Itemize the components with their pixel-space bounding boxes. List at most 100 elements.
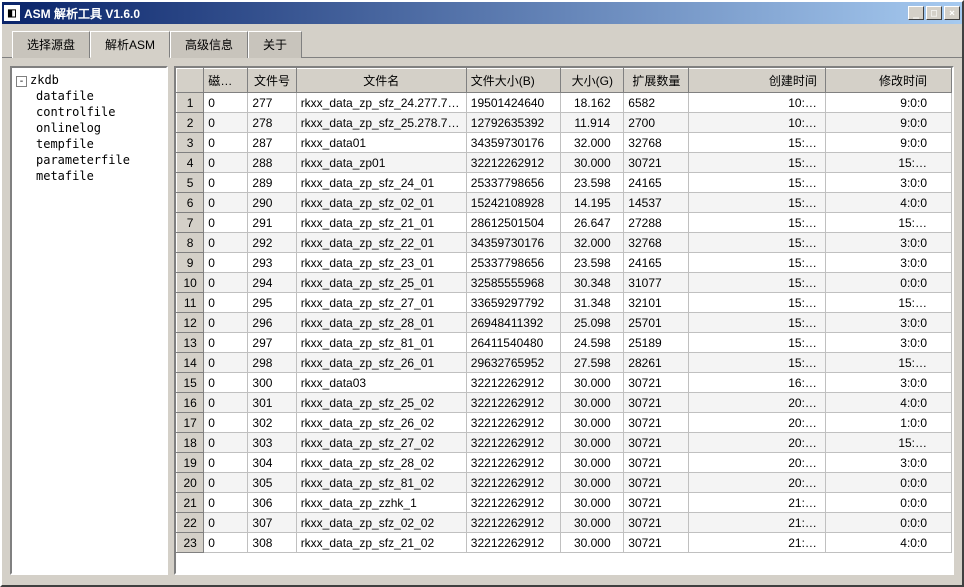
table-row[interactable]: 170302rkxx_data_zp_sfz_26_02322122629123… <box>177 413 952 433</box>
cell-ct[interactable]: 16:… <box>689 373 826 393</box>
tab-select-disk[interactable]: 选择源盘 <box>12 31 90 58</box>
column-header[interactable]: 创建时间 <box>689 69 826 93</box>
cell-mt[interactable]: 0:0:0 <box>825 493 951 513</box>
cell-mt[interactable]: 4:0:0 <box>825 193 951 213</box>
tree-root-label[interactable]: zkdb <box>30 73 59 87</box>
cell-ext[interactable]: 30721 <box>624 453 689 473</box>
tree-panel[interactable]: -zkdb datafilecontrolfileonlinelogtempfi… <box>10 66 168 575</box>
table-row[interactable]: 230308rkxx_data_zp_sfz_21_02322122629123… <box>177 533 952 553</box>
table-row[interactable]: 220307rkxx_data_zp_sfz_02_02322122629123… <box>177 513 952 533</box>
cell-mt[interactable]: 3:0:0 <box>825 253 951 273</box>
row-number[interactable]: 19 <box>177 453 204 473</box>
cell-mt[interactable]: 4:0:0 <box>825 393 951 413</box>
cell-ct[interactable]: 10:… <box>689 113 826 133</box>
cell-ext[interactable]: 30721 <box>624 433 689 453</box>
cell-dg[interactable]: 0 <box>204 473 248 493</box>
cell-dg[interactable]: 0 <box>204 233 248 253</box>
cell-g[interactable]: 23.598 <box>561 253 624 273</box>
row-number[interactable]: 17 <box>177 413 204 433</box>
cell-dg[interactable]: 0 <box>204 293 248 313</box>
cell-b[interactable]: 28612501504 <box>466 213 561 233</box>
row-number[interactable]: 7 <box>177 213 204 233</box>
cell-b[interactable]: 32212262912 <box>466 373 561 393</box>
cell-ct[interactable]: 15:… <box>689 273 826 293</box>
cell-b[interactable]: 32212262912 <box>466 153 561 173</box>
tab-about[interactable]: 关于 <box>248 31 302 58</box>
cell-fn[interactable]: 292 <box>248 233 296 253</box>
cell-ext[interactable]: 24165 <box>624 173 689 193</box>
cell-fn[interactable]: 296 <box>248 313 296 333</box>
cell-b[interactable]: 34359730176 <box>466 233 561 253</box>
cell-dg[interactable]: 0 <box>204 133 248 153</box>
cell-b[interactable]: 32212262912 <box>466 393 561 413</box>
cell-g[interactable]: 31.348 <box>561 293 624 313</box>
cell-fn[interactable]: 308 <box>248 533 296 553</box>
cell-fn[interactable]: 306 <box>248 493 296 513</box>
cell-mt[interactable]: 15:… <box>825 293 951 313</box>
cell-ct[interactable]: 15:… <box>689 293 826 313</box>
cell-ct[interactable]: 15:… <box>689 333 826 353</box>
cell-g[interactable]: 30.000 <box>561 513 624 533</box>
cell-ct[interactable]: 15:… <box>689 253 826 273</box>
cell-dg[interactable]: 0 <box>204 433 248 453</box>
cell-g[interactable]: 25.098 <box>561 313 624 333</box>
table-row[interactable]: 210306rkxx_data_zp_zzhk_13221226291230.0… <box>177 493 952 513</box>
cell-ext[interactable]: 14537 <box>624 193 689 213</box>
row-number[interactable]: 9 <box>177 253 204 273</box>
table-row[interactable]: 10277rkxx_data_zp_sfz_24.277.73…19501424… <box>177 93 952 113</box>
column-header[interactable]: 文件名 <box>296 69 466 93</box>
table-row[interactable]: 100294rkxx_data_zp_sfz_25_01325855559683… <box>177 273 952 293</box>
cell-b[interactable]: 32212262912 <box>466 513 561 533</box>
cell-mt[interactable]: 15:… <box>825 433 951 453</box>
cell-fn[interactable]: 307 <box>248 513 296 533</box>
cell-b[interactable]: 32212262912 <box>466 413 561 433</box>
cell-dg[interactable]: 0 <box>204 213 248 233</box>
tree-node-onlinelog[interactable]: onlinelog <box>36 120 162 136</box>
cell-ct[interactable]: 15:… <box>689 213 826 233</box>
cell-b[interactable]: 26411540480 <box>466 333 561 353</box>
cell-fn[interactable]: 291 <box>248 213 296 233</box>
cell-dg[interactable]: 0 <box>204 493 248 513</box>
cell-ct[interactable]: 20:… <box>689 453 826 473</box>
cell-dg[interactable]: 0 <box>204 533 248 553</box>
cell-mt[interactable]: 9:0:0 <box>825 113 951 133</box>
grid-scroll[interactable]: 磁盘组文件号文件名文件大小(B)大小(G)扩展数量创建时间修改时间 10277r… <box>176 68 952 573</box>
row-number[interactable]: 13 <box>177 333 204 353</box>
cell-ct[interactable]: 15:… <box>689 173 826 193</box>
cell-g[interactable]: 30.000 <box>561 533 624 553</box>
cell-b[interactable]: 29632765952 <box>466 353 561 373</box>
table-row[interactable]: 40288rkxx_data_zp013221226291230.0003072… <box>177 153 952 173</box>
cell-ct[interactable]: 15:… <box>689 153 826 173</box>
cell-ct[interactable]: 15:… <box>689 193 826 213</box>
cell-name[interactable]: rkxx_data_zp_sfz_26_02 <box>296 413 466 433</box>
cell-ct[interactable]: 21:… <box>689 513 826 533</box>
row-number[interactable]: 3 <box>177 133 204 153</box>
cell-dg[interactable]: 0 <box>204 93 248 113</box>
cell-dg[interactable]: 0 <box>204 333 248 353</box>
cell-g[interactable]: 23.598 <box>561 173 624 193</box>
cell-fn[interactable]: 290 <box>248 193 296 213</box>
tree-node-parameterfile[interactable]: parameterfile <box>36 152 162 168</box>
cell-ct[interactable]: 21:… <box>689 533 826 553</box>
cell-name[interactable]: rkxx_data_zp_sfz_28_02 <box>296 453 466 473</box>
table-row[interactable]: 60290rkxx_data_zp_sfz_02_011524210892814… <box>177 193 952 213</box>
cell-dg[interactable]: 0 <box>204 353 248 373</box>
cell-g[interactable]: 18.162 <box>561 93 624 113</box>
cell-g[interactable]: 24.598 <box>561 333 624 353</box>
cell-name[interactable]: rkxx_data_zp_sfz_25_01 <box>296 273 466 293</box>
column-header[interactable]: 扩展数量 <box>624 69 689 93</box>
row-number[interactable]: 5 <box>177 173 204 193</box>
table-row[interactable]: 30287rkxx_data013435973017632.0003276815… <box>177 133 952 153</box>
cell-ct[interactable]: 20:… <box>689 473 826 493</box>
cell-name[interactable]: rkxx_data_zp_sfz_81_01 <box>296 333 466 353</box>
cell-g[interactable]: 30.000 <box>561 413 624 433</box>
table-row[interactable]: 160301rkxx_data_zp_sfz_25_02322122629123… <box>177 393 952 413</box>
cell-b[interactable]: 12792635392 <box>466 113 561 133</box>
cell-name[interactable]: rkxx_data_zp_sfz_27_01 <box>296 293 466 313</box>
cell-b[interactable]: 26948411392 <box>466 313 561 333</box>
cell-ext[interactable]: 24165 <box>624 253 689 273</box>
cell-ext[interactable]: 32768 <box>624 133 689 153</box>
cell-g[interactable]: 30.348 <box>561 273 624 293</box>
cell-ext[interactable]: 30721 <box>624 473 689 493</box>
row-number[interactable]: 10 <box>177 273 204 293</box>
